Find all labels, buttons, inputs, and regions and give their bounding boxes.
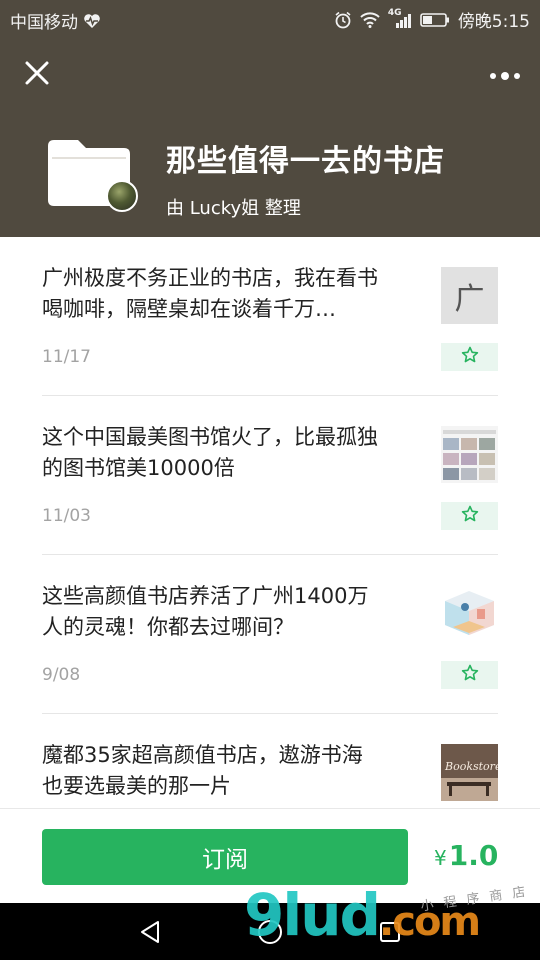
article-title: 魔都35家超高颜值书店，遨游书海也要选最美的那一片 <box>42 743 363 798</box>
alarm-icon <box>334 11 352 29</box>
close-button[interactable] <box>16 54 58 96</box>
article-date: 9/08 <box>42 665 81 685</box>
article-thumbnail: 广 <box>441 267 498 324</box>
signal-icon: 4G <box>388 8 412 28</box>
article-title: 这个中国最美图书馆火了，比最孤独的图书馆美10000倍 <box>42 425 378 480</box>
collection-header: 那些值得一去的书店 由 Lucky姐 整理 <box>0 38 540 237</box>
more-button[interactable] <box>484 54 526 96</box>
heart-rate-icon <box>83 13 101 29</box>
status-right: 4G 傍晚5:15 <box>334 7 530 32</box>
article-thumbnail <box>441 585 498 642</box>
back-nav-button[interactable] <box>136 917 166 947</box>
watermark-logo: 9lud <box>244 881 381 949</box>
article-title: 这些高颜值书店养活了广州1400万人的灵魂！你都去过哪间？ <box>42 584 369 639</box>
subscribe-button[interactable]: 订阅 <box>42 829 408 885</box>
star-icon <box>461 346 479 368</box>
collection-title: 那些值得一去的书店 <box>166 144 445 179</box>
article-title: 广州极度不务正业的书店，我在看书喝咖啡，隔壁桌却在谈着千万… <box>42 266 378 321</box>
curator-avatar <box>106 180 138 212</box>
screen: 中国移动 4G 傍晚5:15 那些值得一去的书店 由 Lucky姐 整理 广州极… <box>0 0 540 960</box>
network-type: 4G <box>387 7 402 18</box>
back-triangle-icon <box>136 921 166 951</box>
favorite-button[interactable] <box>441 343 498 371</box>
carrier-group: 中国移动 <box>10 8 101 33</box>
article-date: 11/03 <box>42 506 91 526</box>
article-list: 广州极度不务正业的书店，我在看书喝咖啡，隔壁桌却在谈着千万… 11/17 广 这… <box>0 237 540 808</box>
clock: 傍晚5:15 <box>457 12 530 32</box>
favorite-button[interactable] <box>441 502 498 530</box>
carrier-name: 中国移动 <box>10 13 78 33</box>
star-icon <box>461 664 479 686</box>
curator-label: 由 Lucky姐 整理 <box>166 198 301 219</box>
battery-icon <box>420 12 450 28</box>
status-bar: 中国移动 4G 傍晚5:15 <box>0 0 540 38</box>
wifi-icon <box>360 11 380 28</box>
article-item[interactable]: 魔都35家超高颜值书店，遨游书海也要选最美的那一片 Bookstore <box>42 714 498 808</box>
currency-symbol: ¥ <box>434 846 447 870</box>
price-label: ¥1.0 <box>434 839 498 872</box>
article-item[interactable]: 这些高颜值书店养活了广州1400万人的灵魂！你都去过哪间？ 9/08 <box>42 555 498 714</box>
article-item[interactable]: 这个中国最美图书馆火了，比最孤独的图书馆美10000倍 11/03 <box>42 396 498 555</box>
article-date: 11/17 <box>42 347 91 367</box>
star-icon <box>461 505 479 527</box>
more-dots-icon <box>489 66 521 85</box>
close-icon <box>24 60 50 90</box>
price-value: 1.0 <box>448 839 499 872</box>
favorite-button[interactable] <box>441 661 498 689</box>
article-item[interactable]: 广州极度不务正业的书店，我在看书喝咖啡，隔壁桌却在谈着千万… 11/17 广 <box>42 237 498 396</box>
article-thumbnail: Bookstore <box>441 744 498 801</box>
article-thumbnail <box>441 426 498 483</box>
